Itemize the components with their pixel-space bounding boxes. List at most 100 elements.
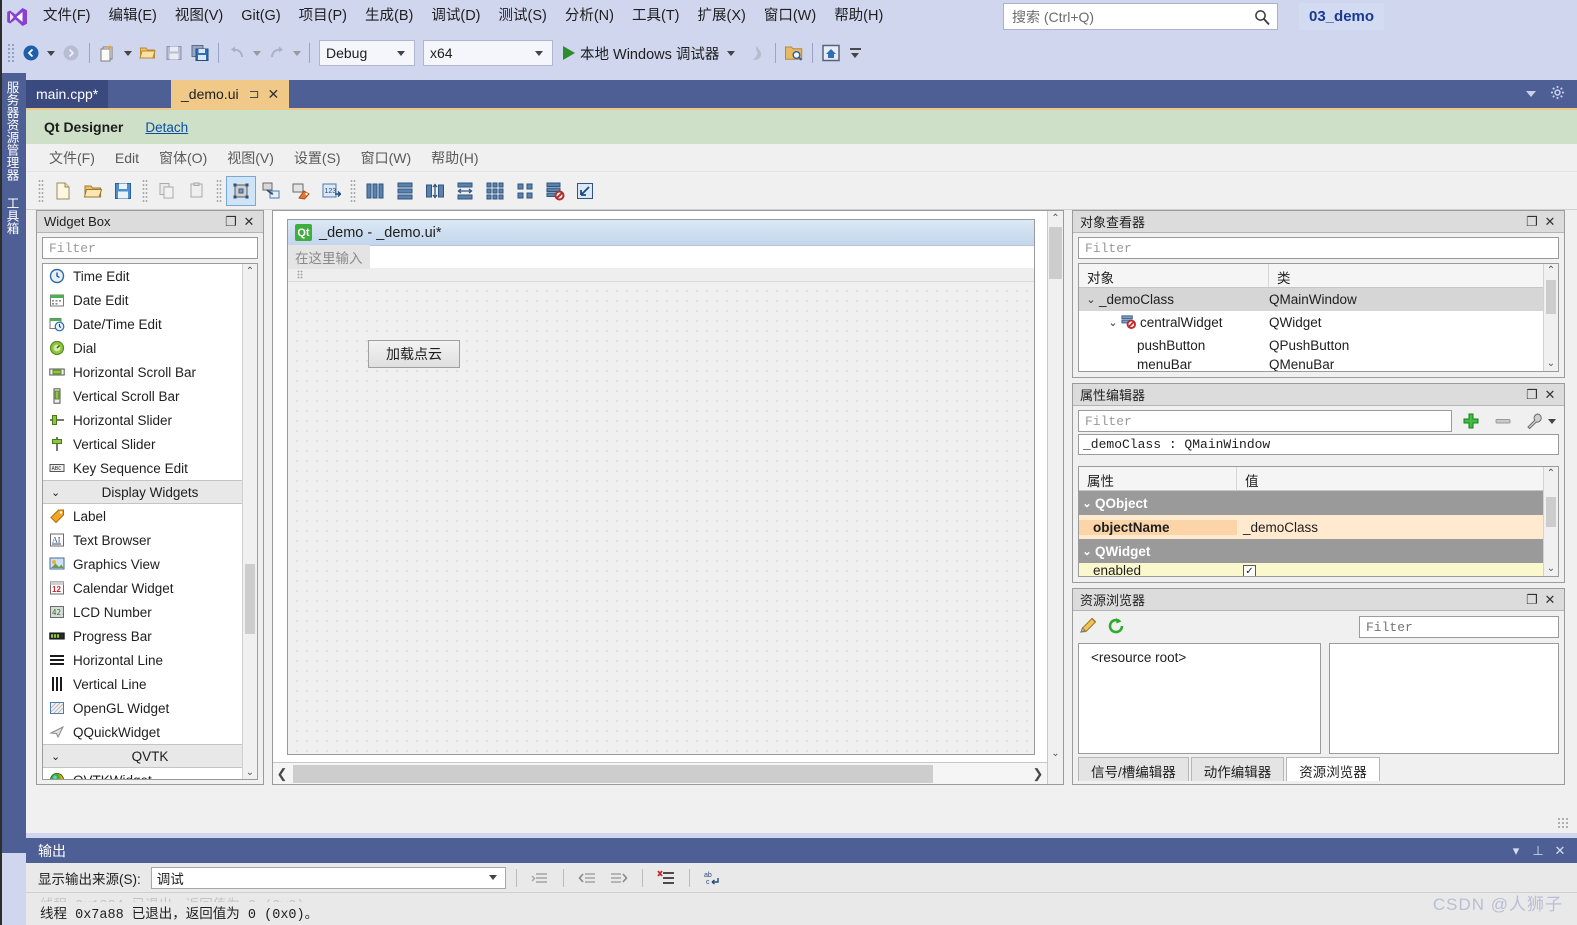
dock-tab-server-explorer[interactable]: 服务器资源管理器 [0, 73, 23, 189]
enabled-checkbox[interactable]: ✓ [1243, 565, 1256, 577]
navigate-back-dropdown-icon[interactable] [47, 51, 55, 56]
widget-box-scrollbar[interactable]: ⌃ ⌄ [242, 264, 257, 779]
widget-item-calendar-widget[interactable]: 12 Calendar Widget [43, 576, 257, 600]
scroll-down-icon[interactable]: ⌄ [1544, 357, 1558, 371]
widget-item-qvtkwidget[interactable]: QVTKWidget [43, 768, 257, 780]
table-row[interactable]: ⌄ centralWidget QWidget [1079, 311, 1558, 334]
menu-item-build[interactable]: 生成(B) [356, 3, 422, 30]
form-toolbar-grip[interactable] [297, 270, 303, 279]
chevron-down-icon[interactable] [1548, 419, 1556, 424]
menu-item-edit[interactable]: 编辑(E) [100, 3, 166, 30]
widget-item-date-time-edit[interactable]: Date/Time Edit [43, 312, 257, 336]
qt-menu-help[interactable]: 帮助(H) [422, 145, 487, 171]
qt-menu-window[interactable]: 窗口(W) [352, 145, 421, 171]
table-row[interactable]: pushButton QPushButton [1079, 334, 1558, 357]
detach-link[interactable]: Detach [145, 120, 188, 135]
close-icon[interactable]: ✕ [1541, 592, 1559, 608]
qt-menu-form[interactable]: 窗体(O) [150, 145, 216, 171]
float-panel-icon[interactable]: ❐ [1523, 592, 1541, 608]
widget-item-vertical-slider[interactable]: Vertical Slider [43, 432, 257, 456]
toolbar-grip[interactable] [7, 43, 15, 63]
scroll-up-icon[interactable]: ⌃ [1544, 467, 1558, 481]
close-icon[interactable]: ✕ [1541, 387, 1559, 403]
qt-toolbar-grip-4[interactable] [350, 179, 356, 203]
document-tab-main-cpp[interactable]: main.cpp* [26, 80, 108, 108]
scroll-down-icon[interactable]: ⌄ [1048, 746, 1063, 762]
new-form-icon[interactable] [48, 176, 78, 206]
object-inspector-table[interactable]: 对象 类 ⌄ _demoClass QMainWindow ⌄ [1078, 263, 1559, 372]
scroll-down-icon[interactable]: ⌄ [243, 765, 257, 779]
widget-group-qvtk[interactable]: ⌄ QVTK [43, 744, 257, 768]
edit-signals-slots-icon[interactable] [256, 176, 286, 206]
widget-item-opengl-widget[interactable]: OpenGL Widget [43, 696, 257, 720]
qt-toolbar-grip-3[interactable] [216, 179, 222, 203]
widget-box-filter[interactable] [42, 237, 258, 259]
configure-wrench-icon[interactable] [1522, 410, 1548, 432]
property-value[interactable]: ✓ [1237, 563, 1558, 577]
float-panel-icon[interactable]: ❐ [1523, 387, 1541, 403]
tab-signal-slot-editor[interactable]: 信号/槽编辑器 [1078, 757, 1189, 781]
output-text-area[interactable]: 线程 0x1234 已退出，返回值为 0 (0x0)。 线程 0x7a88 已退… [26, 893, 1577, 925]
widget-item-horizontal-scroll-bar[interactable]: Horizontal Scroll Bar [43, 360, 257, 384]
scroll-up-icon[interactable]: ⌃ [1544, 264, 1558, 278]
widget-item-text-browser[interactable]: AI Text Browser [43, 528, 257, 552]
push-button-load-pointcloud[interactable]: 加载点云 [368, 340, 460, 368]
qt-toolbar-grip-1[interactable] [38, 179, 44, 203]
resource-list[interactable] [1329, 643, 1559, 754]
search-box[interactable] [1003, 3, 1278, 30]
pin-icon[interactable]: ⊥ [1527, 843, 1549, 859]
open-form-icon[interactable] [78, 176, 108, 206]
chevron-down-icon[interactable]: ▾ [1505, 843, 1527, 859]
object-inspector-scrollbar[interactable]: ⌃ ⌄ [1543, 264, 1558, 371]
save-form-icon[interactable] [108, 176, 138, 206]
menu-item-window[interactable]: 窗口(W) [755, 3, 825, 30]
menu-item-extensions[interactable]: 扩展(X) [689, 3, 755, 30]
menu-item-git[interactable]: Git(G) [232, 3, 289, 30]
add-property-icon[interactable] [1458, 410, 1484, 432]
menu-item-analyze[interactable]: 分析(N) [556, 3, 623, 30]
property-editor-filter-input[interactable] [1083, 413, 1447, 430]
form-preview-window[interactable]: Qt _demo - _demo.ui* 在这里输入 加载点云 [287, 219, 1035, 755]
scroll-right-icon[interactable]: ❯ [1029, 766, 1047, 782]
resource-tree[interactable]: <resource root> [1078, 643, 1321, 754]
tab-resource-browser[interactable]: 资源浏览器 [1286, 757, 1380, 781]
home-window-icon[interactable] [818, 40, 844, 66]
edit-buddies-icon[interactable] [286, 176, 316, 206]
toggle-word-wrap-icon[interactable]: ab c [700, 866, 726, 890]
scrollbar-thumb[interactable] [1546, 497, 1556, 527]
configuration-combo[interactable]: Debug [319, 40, 415, 66]
solution-explorer-search-icon[interactable] [781, 40, 807, 66]
qt-menu-settings[interactable]: 设置(S) [285, 145, 350, 171]
search-input[interactable] [1010, 8, 1253, 26]
resource-root-label[interactable]: <resource root> [1091, 650, 1186, 665]
property-group-qwidget[interactable]: ⌄ QWidget [1079, 539, 1558, 563]
new-item-dropdown-icon[interactable] [124, 51, 132, 56]
save-all-icon[interactable] [187, 40, 213, 66]
widget-item-dial[interactable]: Dial [43, 336, 257, 360]
property-editor-filter[interactable] [1078, 410, 1452, 432]
scroll-left-icon[interactable]: ❮ [273, 766, 291, 782]
property-value[interactable]: _demoClass [1237, 520, 1558, 535]
widget-box-filter-input[interactable] [47, 240, 253, 257]
property-row-enabled[interactable]: enabled ✓ [1079, 563, 1558, 577]
widget-item-horizontal-line[interactable]: Horizontal Line [43, 648, 257, 672]
widget-item-date-edit[interactable]: Date Edit [43, 288, 257, 312]
property-editor-scrollbar[interactable]: ⌃ ⌄ [1543, 467, 1558, 576]
widget-item-horizontal-slider[interactable]: Horizontal Slider [43, 408, 257, 432]
scrollbar-thumb-vertical[interactable] [1049, 227, 1062, 279]
canvas-vertical-scrollbar[interactable]: ⌃ ⌄ [1047, 211, 1063, 784]
navigate-back-icon[interactable] [18, 40, 44, 66]
gear-icon[interactable] [1550, 85, 1565, 103]
property-editor-table[interactable]: 属性 值 ⌄ QObject objectName _demoClass [1078, 466, 1559, 577]
clear-all-icon[interactable] [653, 866, 679, 890]
scrollbar-thumb-horizontal[interactable] [293, 765, 933, 783]
widget-box-list[interactable]: Time Edit Date Edit Date/Time Edit [42, 263, 258, 780]
widget-item-qquickwidget[interactable]: QQuickWidget [43, 720, 257, 744]
start-debugging-button[interactable]: 本地 Windows 调试器 [557, 39, 744, 67]
menu-item-debug[interactable]: 调试(D) [422, 3, 489, 30]
chevron-down-icon[interactable]: ⌄ [1105, 316, 1121, 329]
open-folder-icon[interactable] [135, 40, 161, 66]
menu-item-view[interactable]: 视图(V) [166, 3, 232, 30]
scrollbar-track-horizontal[interactable] [291, 765, 1029, 783]
toolbar-overflow-icon[interactable] [851, 53, 859, 58]
